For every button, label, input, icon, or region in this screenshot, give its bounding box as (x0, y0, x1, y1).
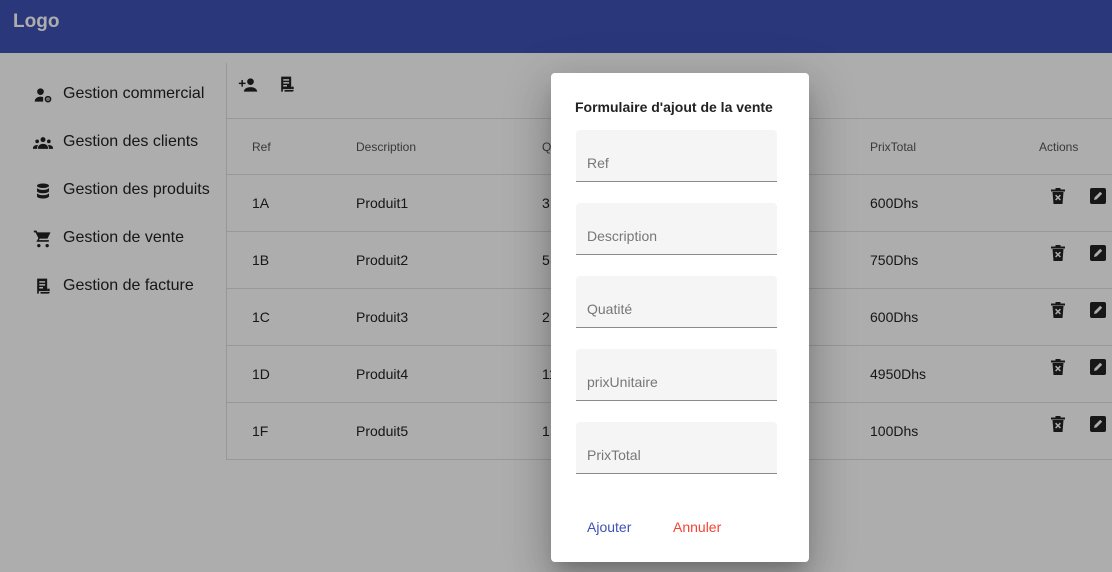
ref-input[interactable] (576, 130, 777, 181)
quantity-field (576, 276, 777, 328)
add-sale-dialog: Formulaire d'ajout de la vente Ajouter A… (551, 73, 809, 562)
annuler-button[interactable]: Annuler (673, 513, 721, 541)
prix-total-input[interactable] (576, 422, 777, 473)
prix-unitaire-field (576, 349, 777, 401)
prix-total-field (576, 422, 777, 474)
description-input[interactable] (576, 203, 777, 254)
description-field (576, 203, 777, 255)
ajouter-button[interactable]: Ajouter (587, 513, 631, 541)
ref-field (576, 130, 777, 182)
prix-unitaire-input[interactable] (576, 349, 777, 400)
dialog-title: Formulaire d'ajout de la vente (575, 99, 773, 115)
quantity-input[interactable] (576, 276, 777, 327)
